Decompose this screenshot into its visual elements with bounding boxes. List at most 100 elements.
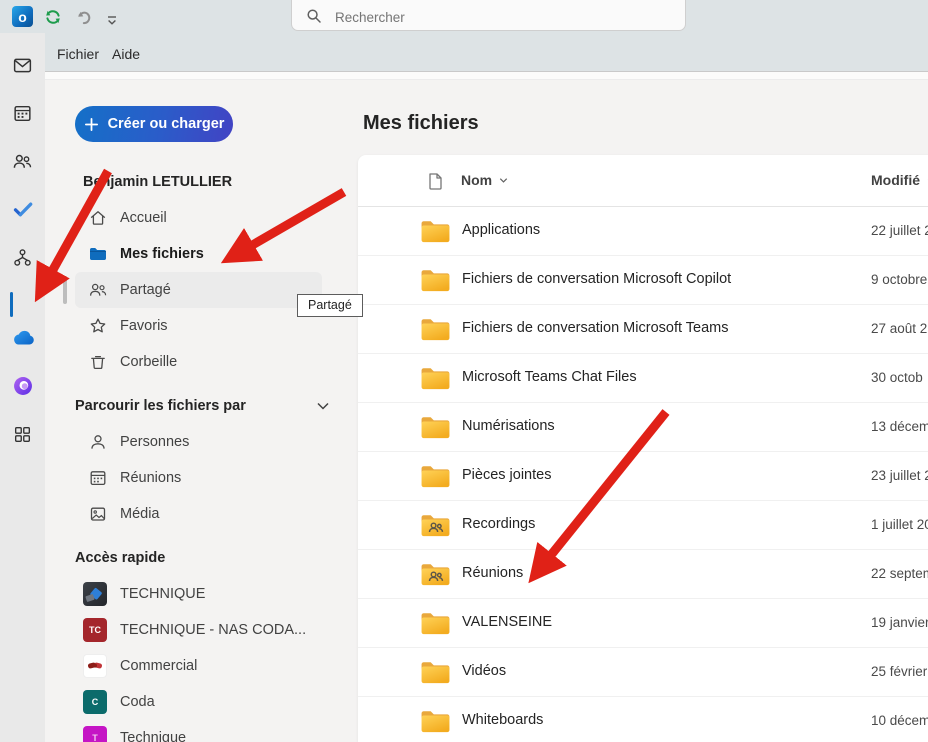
table-header: Nom Modifié xyxy=(358,155,928,207)
rail-item-todo[interactable] xyxy=(0,189,45,229)
sidebar-item-home[interactable]: Accueil xyxy=(75,200,322,236)
rail-item-apps[interactable] xyxy=(0,414,45,454)
folder-icon xyxy=(420,366,451,391)
meetings-calendar-icon xyxy=(88,468,108,488)
quickaccess-item-technique-nas[interactable]: TC TECHNIQUE - NAS CODA... xyxy=(75,612,335,648)
sidebar-item-shared[interactable]: Partagé xyxy=(75,272,322,308)
person-icon xyxy=(88,432,108,452)
rail-item-org-chart[interactable] xyxy=(0,237,45,277)
table-row[interactable]: Fichiers de conversation Microsoft Copil… xyxy=(358,256,928,305)
file-name: Recordings xyxy=(462,516,535,532)
table-row[interactable]: Réunions 22 septem xyxy=(358,550,928,599)
quickaccess-item-technique[interactable]: T Technique xyxy=(75,720,335,742)
table-row[interactable]: Vidéos 25 février xyxy=(358,648,928,697)
shared-people-icon xyxy=(88,280,108,300)
outlook-logo: o xyxy=(12,6,33,27)
table-row[interactable]: Pièces jointes 23 juillet 2 xyxy=(358,452,928,501)
file-modified-date: 22 juillet 2 xyxy=(871,223,928,238)
file-type-icon[interactable] xyxy=(427,172,444,191)
column-name-label: Nom xyxy=(461,172,492,188)
rail-item-people[interactable] xyxy=(0,141,45,181)
folder-icon xyxy=(420,415,451,440)
file-modified-date: 27 août 2 xyxy=(871,321,927,336)
sidebar-item-trash[interactable]: Corbeille xyxy=(75,344,322,380)
shared-tooltip: Partagé xyxy=(297,294,363,317)
home-icon xyxy=(88,208,108,228)
folder-icon xyxy=(420,219,451,244)
table-row[interactable]: Whiteboards 10 décem xyxy=(358,697,928,742)
sidebar-item-my-files[interactable]: Mes fichiers xyxy=(75,236,322,272)
tc-badge-icon: TC xyxy=(83,618,107,642)
sidebar-item-label: Favoris xyxy=(120,318,168,334)
file-list-card: Nom Modifié Appl xyxy=(358,155,928,742)
table-row[interactable]: Applications 22 juillet 2 xyxy=(358,207,928,256)
quickaccess-item-commercial[interactable]: Commercial xyxy=(75,648,335,684)
search-box[interactable] xyxy=(291,0,686,31)
rail-item-onedrive[interactable] xyxy=(0,318,45,358)
file-modified-date: 1 juillet 20 xyxy=(871,517,928,532)
todo-check-icon xyxy=(12,198,34,220)
quickaccess-item-coda[interactable]: C Coda xyxy=(75,684,335,720)
sidebar-item-label: Corbeille xyxy=(120,354,177,370)
sidebar-item-label: Réunions xyxy=(120,470,181,486)
quickaccess-label: Technique xyxy=(120,730,186,742)
folder-icon xyxy=(420,562,451,587)
file-name: Vidéos xyxy=(462,663,506,679)
table-row[interactable]: Numérisations 13 décem xyxy=(358,403,928,452)
sidebar: Créer ou charger Benjamin LETULLIER Accu… xyxy=(45,80,358,742)
table-row[interactable]: VALENSEINE 19 janvier xyxy=(358,599,928,648)
file-name: Pièces jointes xyxy=(462,467,551,483)
sidebar-scrollbar-thumb[interactable] xyxy=(63,276,67,304)
folder-icon xyxy=(420,464,451,489)
file-modified-date: 9 octobre xyxy=(871,272,927,287)
quick-access-title: Accès rapide xyxy=(75,550,165,566)
undo-button[interactable] xyxy=(72,5,96,29)
sidebar-item-meetings[interactable]: Réunions xyxy=(75,460,322,496)
rail-active-indicator xyxy=(10,292,13,317)
rail-item-calendar[interactable] xyxy=(0,93,45,133)
menu-file[interactable]: Fichier xyxy=(57,46,99,62)
file-name: Applications xyxy=(462,222,540,238)
create-or-upload-button[interactable]: Créer ou charger xyxy=(75,106,233,142)
file-name: Microsoft Teams Chat Files xyxy=(462,369,637,385)
user-name: Benjamin LETULLIER xyxy=(83,174,232,190)
customize-toolbar-button[interactable] xyxy=(100,8,124,32)
file-modified-date: 19 janvier xyxy=(871,615,928,630)
star-icon xyxy=(88,316,108,336)
file-name: Fichiers de conversation Microsoft Teams xyxy=(462,320,728,336)
create-or-upload-label: Créer ou charger xyxy=(108,116,225,132)
sidebar-item-favorites[interactable]: Favoris xyxy=(75,308,322,344)
search-input[interactable] xyxy=(335,10,635,25)
table-row[interactable]: Fichiers de conversation Microsoft Teams… xyxy=(358,305,928,354)
chevron-line-icon xyxy=(105,13,119,27)
people-icon xyxy=(12,151,33,172)
table-row[interactable]: Microsoft Teams Chat Files 30 octob xyxy=(358,354,928,403)
menu-help[interactable]: Aide xyxy=(112,46,140,62)
file-modified-date: 30 octob xyxy=(871,370,923,385)
title-bar: Fichier Aide xyxy=(0,0,928,71)
browse-section-title: Parcourir les fichiers par xyxy=(75,398,246,414)
folder-icon xyxy=(420,317,451,342)
sidebar-item-label: Personnes xyxy=(120,434,189,450)
page-title: Mes fichiers xyxy=(363,112,479,135)
app-rail xyxy=(0,33,45,742)
column-header-modified[interactable]: Modifié xyxy=(871,172,928,188)
sidebar-item-media[interactable]: Média xyxy=(75,496,322,532)
handshake-icon xyxy=(83,654,107,678)
org-chart-icon xyxy=(12,247,33,268)
rail-item-mail[interactable] xyxy=(0,45,45,85)
browse-section-header[interactable]: Parcourir les fichiers par xyxy=(75,398,355,414)
column-header-name[interactable]: Nom xyxy=(461,172,509,188)
folder-icon xyxy=(420,513,451,538)
sidebar-item-label: Accueil xyxy=(120,210,167,226)
sidebar-item-persons[interactable]: Personnes xyxy=(75,424,322,460)
file-name: Fichiers de conversation Microsoft Copil… xyxy=(462,271,731,287)
search-icon xyxy=(305,7,323,25)
rail-item-copilot[interactable] xyxy=(0,366,45,406)
sync-button[interactable] xyxy=(41,5,65,29)
sidebar-item-label: Partagé xyxy=(120,282,171,298)
quickaccess-item-technique-site[interactable]: TECHNIQUE xyxy=(75,576,335,612)
quickaccess-label: TECHNIQUE xyxy=(120,586,205,602)
chevron-down-icon[interactable] xyxy=(315,398,331,414)
table-row[interactable]: Recordings 1 juillet 20 xyxy=(358,501,928,550)
